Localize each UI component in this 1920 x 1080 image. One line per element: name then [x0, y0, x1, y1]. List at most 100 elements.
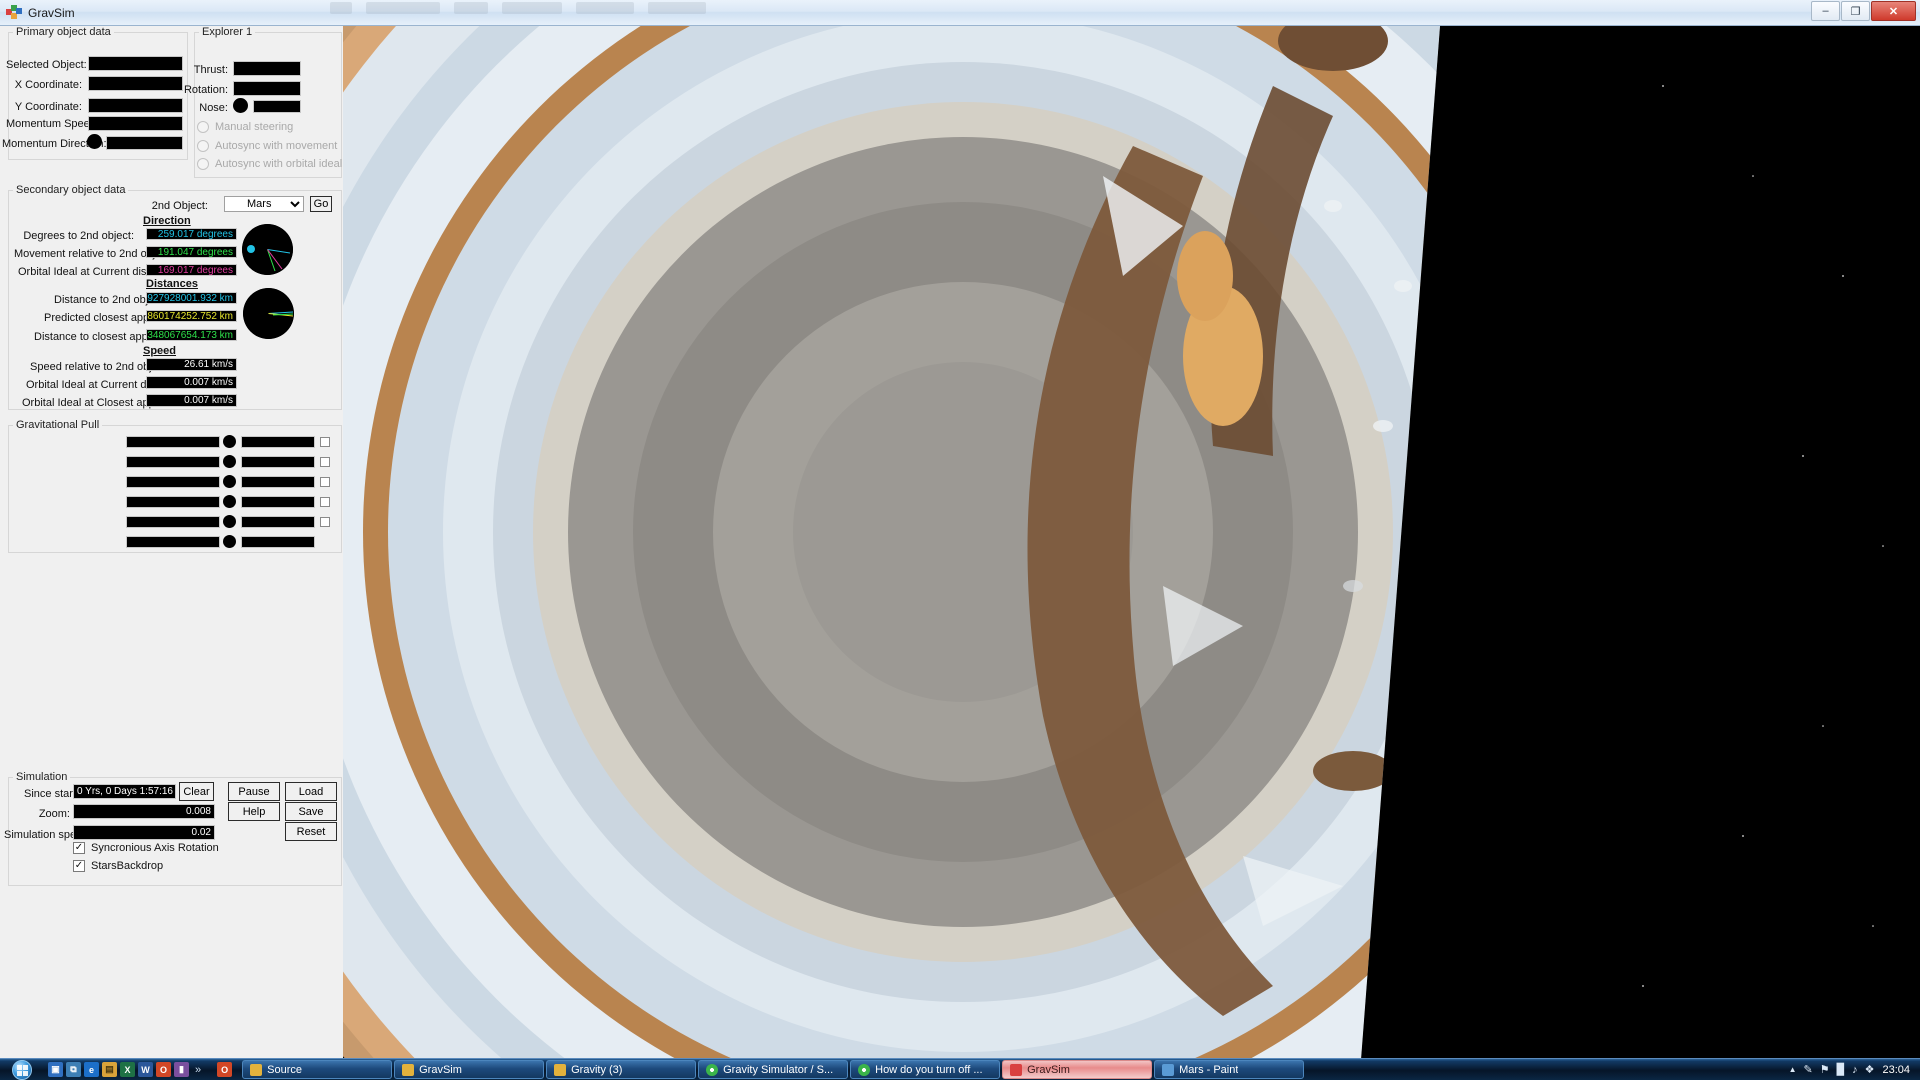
gravity-dial[interactable]	[223, 475, 236, 488]
restore-button[interactable]: ❐	[1841, 1, 1870, 21]
folder-icon	[554, 1063, 567, 1076]
signal-icon[interactable]: ▉	[1837, 1063, 1845, 1076]
thrust-field[interactable]	[233, 61, 301, 76]
speed-header: Speed	[143, 345, 177, 357]
taskbar-item-gravsim-active[interactable]: GravSim	[1002, 1060, 1153, 1079]
since-start-field[interactable]: 0 Yrs, 0 Days 1:57:16	[73, 784, 176, 799]
gravity-source-field[interactable]	[126, 476, 220, 488]
gravity-checkbox[interactable]	[320, 477, 330, 487]
volume-icon[interactable]: ♪	[1852, 1064, 1858, 1076]
gravity-value-field[interactable]	[241, 516, 315, 528]
pause-button[interactable]: Pause	[228, 782, 280, 801]
stars-backdrop-checkbox[interactable]: ✓ StarsBackdrop	[73, 860, 163, 872]
thrust-label: Thrust:	[193, 64, 228, 76]
radio-autosync-orbital-ideal[interactable]: Autosync with orbital ideal	[197, 158, 342, 170]
second-object-select[interactable]: Mars	[224, 196, 304, 212]
gravity-source-field[interactable]	[126, 516, 220, 528]
radio-label: Manual steering	[215, 121, 294, 133]
office-icon-2[interactable]: O	[217, 1062, 233, 1077]
radio-dot-icon	[197, 158, 209, 170]
gravsim-icon	[1010, 1063, 1023, 1076]
gravity-value-field[interactable]	[241, 436, 315, 448]
nose-field[interactable]	[253, 100, 301, 113]
syncronious-axis-rotation-checkbox[interactable]: ✓ Syncronious Axis Rotation	[73, 842, 219, 854]
gravity-checkbox[interactable]	[320, 437, 330, 447]
start-button[interactable]	[0, 1059, 44, 1080]
show-desktop-icon[interactable]: ▣	[48, 1062, 63, 1077]
gravity-dial[interactable]	[223, 435, 236, 448]
gravity-source-field[interactable]	[126, 456, 220, 468]
reset-button[interactable]: Reset	[285, 822, 337, 841]
internet-explorer-icon[interactable]: e	[84, 1062, 99, 1077]
simulation-viewport[interactable]	[343, 26, 1920, 1058]
action-center-icon[interactable]: ⚑	[1820, 1063, 1830, 1076]
help-button[interactable]: Help	[228, 802, 280, 821]
primary-object-legend: Primary object data	[16, 26, 111, 38]
nose-dial[interactable]	[233, 98, 248, 113]
gravity-value-field[interactable]	[241, 536, 315, 548]
radio-label: Autosync with movement	[215, 140, 338, 152]
gravity-checkbox[interactable]	[320, 457, 330, 467]
radio-autosync-movement[interactable]: Autosync with movement	[197, 140, 337, 152]
speed-relative-value: 26.61 km/s	[146, 358, 237, 371]
network-error-icon[interactable]: ✎	[1804, 1063, 1813, 1076]
load-button[interactable]: Load	[285, 782, 337, 801]
switch-windows-icon[interactable]: ⧉	[66, 1062, 81, 1077]
gravity-value-field[interactable]	[241, 476, 315, 488]
momentum-speed-field[interactable]	[88, 116, 183, 131]
gravity-source-field[interactable]	[126, 496, 220, 508]
onenote-icon[interactable]: ▮	[174, 1062, 189, 1077]
taskbar-item-gravity-simulator[interactable]: Gravity Simulator / S...	[698, 1060, 849, 1079]
selected-object-field[interactable]	[88, 56, 183, 71]
gravity-source-field[interactable]	[126, 536, 220, 548]
office-icon[interactable]: O	[156, 1062, 171, 1077]
checkbox-label: Syncronious Axis Rotation	[91, 842, 219, 854]
radio-manual-steering[interactable]: Manual steering	[197, 121, 293, 133]
distance-to-closest-approach-label: Distance to closest approach:	[34, 331, 179, 343]
taskbar-item-how-do-you-turn-off[interactable]: How do you turn off ...	[850, 1060, 1001, 1079]
gravity-dial[interactable]	[223, 455, 236, 468]
rotation-field[interactable]	[233, 81, 301, 96]
zoom-label: Zoom:	[38, 808, 70, 820]
taskbar-item-gravsim-folder[interactable]: GravSim	[394, 1060, 545, 1079]
window-controls: – ❐ ✕	[1811, 1, 1916, 21]
x-coordinate-field[interactable]	[88, 76, 183, 91]
show-hidden-icons-arrow[interactable]: ▲	[1789, 1065, 1797, 1074]
taskbar-item-source[interactable]: Source	[242, 1060, 393, 1079]
dropbox-icon[interactable]: ❖	[1865, 1063, 1875, 1076]
save-button[interactable]: Save	[285, 802, 337, 821]
explorer-folder-icon[interactable]: ▤	[102, 1062, 117, 1077]
excel-icon[interactable]: X	[120, 1062, 135, 1077]
distance-to-2nd-object-label: Distance to 2nd object:	[54, 294, 166, 306]
close-button[interactable]: ✕	[1871, 1, 1916, 21]
go-button[interactable]: Go	[310, 196, 332, 212]
gravity-checkbox[interactable]	[320, 517, 330, 527]
taskbar-item-mars-paint[interactable]: Mars - Paint	[1154, 1060, 1305, 1079]
chrome-icon	[858, 1063, 871, 1076]
gravity-value-field[interactable]	[241, 496, 315, 508]
taskbar-clock[interactable]: 23:04	[1882, 1064, 1920, 1076]
folder-icon	[250, 1063, 263, 1076]
taskbar-item-gravity-3[interactable]: Gravity (3)	[546, 1060, 697, 1079]
zoom-field[interactable]: 0.008	[73, 804, 215, 819]
momentum-direction-dial[interactable]	[87, 134, 102, 149]
word-icon[interactable]: W	[138, 1062, 153, 1077]
minimize-button[interactable]: –	[1811, 1, 1840, 21]
y-coordinate-field[interactable]	[88, 98, 183, 113]
taskbar-item-label: GravSim	[419, 1063, 462, 1076]
clear-button[interactable]: Clear	[179, 782, 214, 801]
gravity-dial[interactable]	[223, 495, 236, 508]
momentum-direction-field[interactable]	[106, 136, 183, 150]
orbital-ideal-closest-speed-label: Orbital Ideal at Closest approach :	[22, 397, 189, 409]
quick-launch-overflow[interactable]: »	[192, 1064, 204, 1076]
gravity-dial[interactable]	[223, 515, 236, 528]
gravity-value-field[interactable]	[241, 456, 315, 468]
gravity-source-field[interactable]	[126, 436, 220, 448]
simulation-speed-field[interactable]: 0.02	[73, 825, 215, 840]
window-title: GravSim	[28, 5, 75, 20]
gravity-dial[interactable]	[223, 535, 236, 548]
titlebar-ghost-artifacts	[330, 2, 706, 14]
taskbar-item-label: Gravity Simulator / S...	[723, 1063, 834, 1076]
gravity-checkbox[interactable]	[320, 497, 330, 507]
folder-icon	[402, 1063, 415, 1076]
